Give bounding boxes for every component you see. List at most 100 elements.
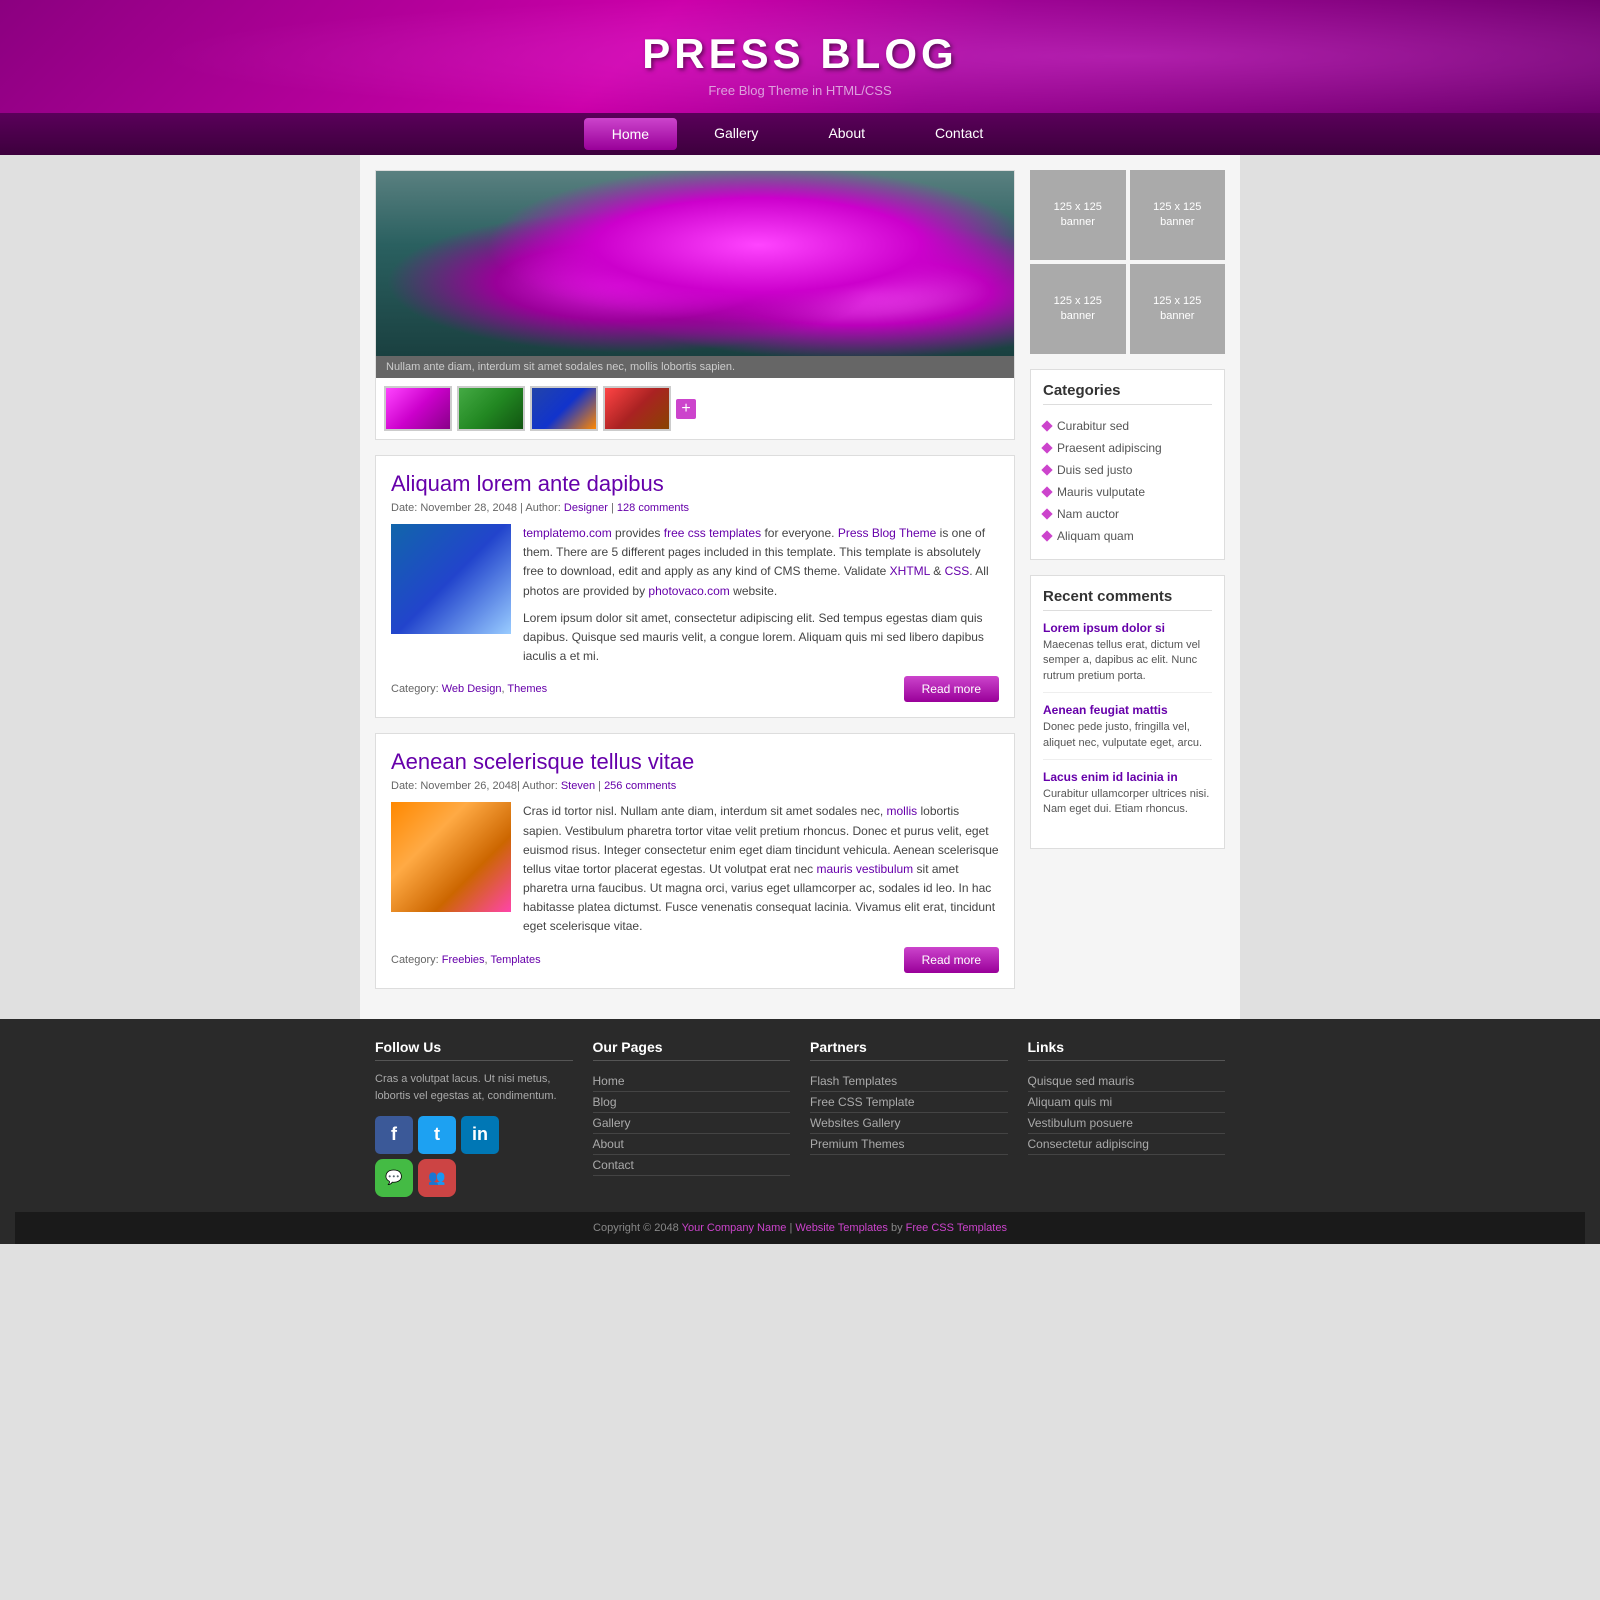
footer-link-1-link[interactable]: Quisque sed mauris (1028, 1074, 1135, 1088)
post-2-cat-freebies[interactable]: Freebies (442, 954, 485, 966)
post-1-link-free-css[interactable]: free css templates (664, 526, 761, 540)
category-item-6[interactable]: Aliquam quam (1043, 525, 1212, 547)
footer-page-about[interactable]: About (593, 1134, 791, 1155)
slider-thumb-2[interactable] (457, 386, 525, 431)
footer-links-col: Links Quisque sed mauris Aliquam quis mi… (1028, 1039, 1226, 1197)
post-2-author-link[interactable]: Steven (561, 780, 595, 792)
category-item-5[interactable]: Nam auctor (1043, 503, 1212, 525)
nav-item-gallery[interactable]: Gallery (679, 113, 793, 155)
nav-item-home[interactable]: Home (582, 113, 679, 155)
banner-grid: 125 x 125banner 125 x 125banner 125 x 12… (1030, 170, 1225, 354)
category-item-1[interactable]: Curabitur sed (1043, 415, 1212, 437)
slider-thumb-3[interactable] (530, 386, 598, 431)
slider-more-button[interactable]: + (676, 399, 696, 419)
post-2-link-mauris[interactable]: mauris vestibulum (816, 862, 913, 876)
footer-link-1[interactable]: Quisque sed mauris (1028, 1071, 1226, 1092)
recent-comment-1-link[interactable]: Lorem ipsum dolor si (1043, 621, 1212, 635)
message-icon[interactable]: 💬 (375, 1159, 413, 1197)
footer-page-gallery-link[interactable]: Gallery (593, 1116, 631, 1130)
site-header: PRESS BLOG Free Blog Theme in HTML/CSS (0, 0, 1600, 113)
footer-link-3-link[interactable]: Vestibulum posuere (1028, 1116, 1133, 1130)
post-2-title: Aenean scelerisque tellus vitae (391, 749, 999, 775)
footer-partner-flash-link[interactable]: Flash Templates (810, 1074, 897, 1088)
banner-2[interactable]: 125 x 125banner (1130, 170, 1226, 260)
footer-partner-websites[interactable]: Websites Gallery (810, 1113, 1008, 1134)
footer-page-about-link[interactable]: About (593, 1137, 624, 1151)
footer-page-home[interactable]: Home (593, 1071, 791, 1092)
post-2-link-mollis[interactable]: mollis (886, 804, 917, 818)
footer-page-blog-link[interactable]: Blog (593, 1095, 617, 1109)
recent-comment-2-text: Donec pede justo, fringilla vel, aliquet… (1043, 720, 1212, 751)
footer-partner-websites-link[interactable]: Websites Gallery (810, 1116, 900, 1130)
recent-comment-3-link[interactable]: Lacus enim id lacinia in (1043, 770, 1212, 784)
website-templates-link[interactable]: Website Templates (795, 1222, 888, 1234)
slider-thumb-4[interactable] (603, 386, 671, 431)
free-css-link[interactable]: Free CSS Templates (906, 1222, 1007, 1234)
post-1-title-link[interactable]: Aliquam lorem ante dapibus (391, 471, 664, 496)
nav-link-contact[interactable]: Contact (900, 113, 1018, 153)
post-1-date-label: Date: (391, 502, 420, 514)
nav-link-about[interactable]: About (793, 113, 900, 153)
post-2-date: November 26, 2048 (420, 780, 517, 792)
facebook-icon[interactable]: f (375, 1116, 413, 1154)
footer-page-contact-link[interactable]: Contact (593, 1158, 634, 1172)
post-1-title: Aliquam lorem ante dapibus (391, 471, 999, 497)
nav-item-about[interactable]: About (793, 113, 900, 155)
footer-partner-freecss[interactable]: Free CSS Template (810, 1092, 1008, 1113)
footer-link-2[interactable]: Aliquam quis mi (1028, 1092, 1226, 1113)
category-item-4[interactable]: Mauris vulputate (1043, 481, 1212, 503)
footer-pages-list: Home Blog Gallery About Contact (593, 1071, 791, 1176)
post-2-cat-templates[interactable]: Templates (490, 954, 540, 966)
footer-partner-premium[interactable]: Premium Themes (810, 1134, 1008, 1155)
nav-item-contact[interactable]: Contact (900, 113, 1018, 155)
post-1-date: November 28, 2048 (420, 502, 517, 514)
footer-partner-flash[interactable]: Flash Templates (810, 1071, 1008, 1092)
footer-page-blog[interactable]: Blog (593, 1092, 791, 1113)
banner-1[interactable]: 125 x 125banner (1030, 170, 1126, 260)
footer-follow-title: Follow Us (375, 1039, 573, 1061)
banner-4[interactable]: 125 x 125banner (1130, 264, 1226, 354)
footer-page-gallery[interactable]: Gallery (593, 1113, 791, 1134)
post-1-footer: Category: Web Design, Themes Read more (391, 676, 999, 702)
nav-link-gallery[interactable]: Gallery (679, 113, 793, 153)
footer-page-home-link[interactable]: Home (593, 1074, 625, 1088)
footer-partner-freecss-link[interactable]: Free CSS Template (810, 1095, 915, 1109)
post-1-link-pressblog[interactable]: Press Blog Theme (838, 526, 937, 540)
post-1-cat-webdesign[interactable]: Web Design (442, 683, 502, 695)
post-2-title-link[interactable]: Aenean scelerisque tellus vitae (391, 749, 694, 774)
post-1-cat-themes[interactable]: Themes (507, 683, 547, 695)
twitter-icon[interactable]: t (418, 1116, 456, 1154)
post-2-footer: Category: Freebies, Templates Read more (391, 947, 999, 973)
post-1-meta: Date: November 28, 2048 | Author: Design… (391, 502, 999, 514)
footer-link-4-link[interactable]: Consectetur adipiscing (1028, 1137, 1149, 1151)
category-list: Curabitur sed Praesent adipiscing Duis s… (1043, 415, 1212, 547)
footer-link-2-link[interactable]: Aliquam quis mi (1028, 1095, 1113, 1109)
myspace-icon[interactable]: 👥 (418, 1159, 456, 1197)
post-2: Aenean scelerisque tellus vitae Date: No… (375, 733, 1015, 988)
footer-page-contact[interactable]: Contact (593, 1155, 791, 1176)
post-1-link-photovaco[interactable]: photovaco.com (648, 584, 729, 598)
linkedin-icon[interactable]: in (461, 1116, 499, 1154)
footer-partner-premium-link[interactable]: Premium Themes (810, 1137, 904, 1151)
post-1-comments-link[interactable]: 128 comments (617, 502, 689, 514)
category-item-3[interactable]: Duis sed justo (1043, 459, 1212, 481)
nav-link-home[interactable]: Home (584, 118, 677, 150)
categories-section: Categories Curabitur sed Praesent adipis… (1030, 369, 1225, 560)
banner-3[interactable]: 125 x 125banner (1030, 264, 1126, 354)
category-item-2[interactable]: Praesent adipiscing (1043, 437, 1212, 459)
footer-follow-text: Cras a volutpat lacus. Ut nisi metus, lo… (375, 1071, 573, 1106)
post-2-category: Category: Freebies, Templates (391, 954, 541, 966)
post-1-link-templatemo[interactable]: templatemo.com (523, 526, 612, 540)
post-1-author-link[interactable]: Designer (564, 502, 608, 514)
company-name-link[interactable]: Your Company Name (682, 1222, 787, 1234)
footer-link-4[interactable]: Consectetur adipiscing (1028, 1134, 1226, 1155)
post-2-read-more[interactable]: Read more (904, 947, 999, 973)
slider-thumb-1[interactable] (384, 386, 452, 431)
recent-comment-2-link[interactable]: Aenean feugiat mattis (1043, 703, 1212, 717)
post-1-link-xhtml[interactable]: XHTML (890, 564, 930, 578)
post-1-link-css[interactable]: CSS (945, 564, 970, 578)
footer-link-3[interactable]: Vestibulum posuere (1028, 1113, 1226, 1134)
post-1-read-more[interactable]: Read more (904, 676, 999, 702)
diamond-icon-1 (1041, 420, 1052, 431)
post-2-comments-link[interactable]: 256 comments (604, 780, 676, 792)
